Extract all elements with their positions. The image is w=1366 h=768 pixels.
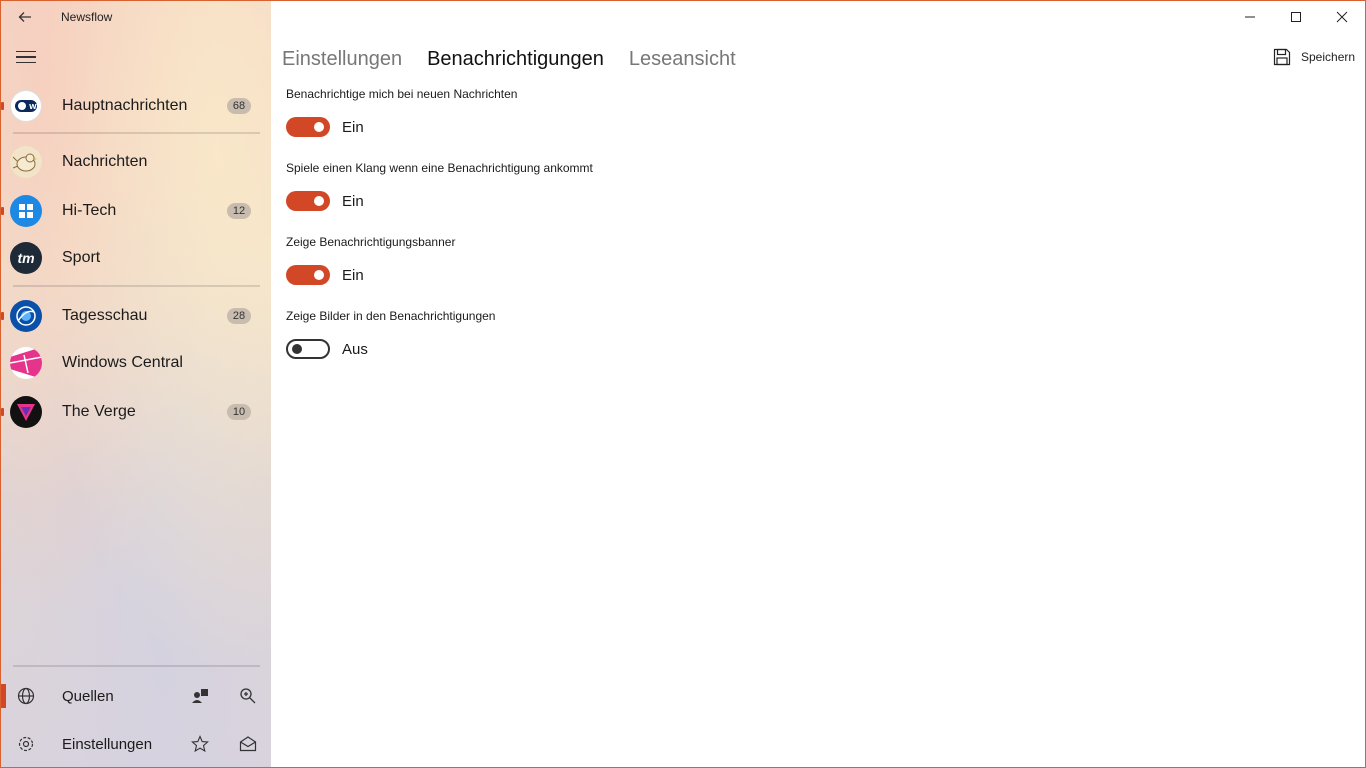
setting-label-sound: Spiele einen Klang wenn eine Benachricht… <box>286 161 593 175</box>
close-button[interactable] <box>1319 1 1365 33</box>
read-items-button[interactable] <box>236 732 260 756</box>
save-button[interactable]: Speichern <box>1273 47 1355 67</box>
minimize-button[interactable] <box>1227 1 1273 33</box>
feed-item-nachrichten[interactable]: Nachrichten <box>1 140 271 184</box>
windows-central-logo-icon <box>10 347 42 379</box>
back-arrow-icon <box>18 12 31 22</box>
maximize-button[interactable] <box>1273 1 1319 33</box>
setting-label-new-news: Benachrichtige mich bei neuen Nachrichte… <box>286 87 518 101</box>
unread-count-badge: 12 <box>227 203 251 219</box>
feed-marker <box>1 408 4 416</box>
toggle-state-label: Aus <box>342 340 368 358</box>
feed-marker <box>1 207 4 215</box>
feed-label: Hauptnachrichten <box>62 97 188 114</box>
open-mail-icon <box>239 736 257 752</box>
settings-nav-item[interactable]: Einstellungen <box>1 720 271 767</box>
feed-item-the-verge[interactable]: The Verge 10 <box>1 390 271 434</box>
tab-benachrichtigungen[interactable]: Benachrichtigungen <box>427 45 604 73</box>
tagesschau-logo-icon <box>10 300 42 332</box>
toggle-row-banner: Ein <box>286 264 364 286</box>
toggle-row-new-news: Ein <box>286 116 364 138</box>
feed-marker <box>1 102 4 110</box>
toggle-sound[interactable] <box>286 191 330 211</box>
feed-label: Tagesschau <box>62 307 148 324</box>
window-caption-buttons <box>1227 1 1365 33</box>
settings-label: Einstellungen <box>62 735 153 753</box>
feed-item-windows-central[interactable]: Windows Central <box>1 341 271 385</box>
unread-count-badge: 10 <box>227 404 251 420</box>
bird-logo-icon <box>10 146 42 178</box>
unread-count-badge: 68 <box>227 98 251 114</box>
setting-label-images: Zeige Bilder in den Benachrichtigungen <box>286 309 496 323</box>
setting-label-banner: Zeige Benachrichtigungsbanner <box>286 235 456 249</box>
save-label: Speichern <box>1301 50 1356 64</box>
sources-label: Quellen <box>62 687 114 705</box>
toggle-state-label: Ein <box>342 118 364 136</box>
feed-label: Sport <box>62 249 101 266</box>
star-icon <box>191 735 209 753</box>
feed-label: Windows Central <box>62 354 183 371</box>
app-window: Newsflow W Hauptnachrichten 68 Nachricht… <box>0 0 1366 768</box>
sources-nav-item[interactable]: Quellen <box>1 672 271 720</box>
settings-tabs: Einstellungen Benachrichtigungen Leseans… <box>282 45 761 73</box>
feed-marker <box>1 312 4 320</box>
tm-logo-icon: tm <box>10 242 42 274</box>
feed-item-sport[interactable]: tm Sport <box>1 236 271 280</box>
tab-leseansicht[interactable]: Leseansicht <box>629 45 736 73</box>
toggle-state-label: Ein <box>342 266 364 284</box>
hamburger-menu-button[interactable] <box>1 41 51 73</box>
close-icon <box>1336 11 1348 23</box>
toggle-row-sound: Ein <box>286 190 364 212</box>
user-add-icon <box>192 689 208 703</box>
search-sources-button[interactable] <box>236 684 260 708</box>
maximize-icon <box>1291 12 1301 22</box>
separator <box>13 665 260 667</box>
globe-icon <box>16 686 36 706</box>
svg-text:W: W <box>29 103 37 111</box>
titlebar-left: Newsflow <box>1 1 271 33</box>
toggle-banner[interactable] <box>286 265 330 285</box>
zoom-search-icon <box>240 688 256 704</box>
save-disk-icon <box>1273 48 1291 66</box>
minimize-icon <box>1245 16 1255 18</box>
toggle-row-images: Aus <box>286 338 368 360</box>
feed-item-hi-tech[interactable]: Hi-Tech 12 <box>1 189 271 233</box>
gear-icon <box>16 734 36 754</box>
feed-label: The Verge <box>62 403 136 420</box>
toggle-new-news[interactable] <box>286 117 330 137</box>
app-title: Newsflow <box>61 10 113 24</box>
feed-label: Nachrichten <box>62 153 148 170</box>
feed-item-hauptnachrichten[interactable]: W Hauptnachrichten 68 <box>1 84 271 128</box>
sidebar: Newsflow W Hauptnachrichten 68 Nachricht… <box>1 1 271 767</box>
feed-item-tagesschau[interactable]: Tagesschau 28 <box>1 294 271 338</box>
separator <box>13 285 260 287</box>
feed-label: Hi-Tech <box>62 202 117 219</box>
tab-einstellungen[interactable]: Einstellungen <box>282 45 402 73</box>
active-indicator <box>1 684 6 708</box>
verge-logo-icon <box>10 396 42 428</box>
add-source-button[interactable] <box>188 684 212 708</box>
favorites-button[interactable] <box>188 732 212 756</box>
toggle-images[interactable] <box>286 339 330 359</box>
unread-count-badge: 28 <box>227 308 251 324</box>
dw-logo-icon: W <box>10 90 42 122</box>
separator <box>13 132 260 134</box>
back-button[interactable] <box>1 1 49 33</box>
toggle-state-label: Ein <box>342 192 364 210</box>
windows-logo-icon <box>10 195 42 227</box>
hamburger-icon <box>16 50 36 53</box>
